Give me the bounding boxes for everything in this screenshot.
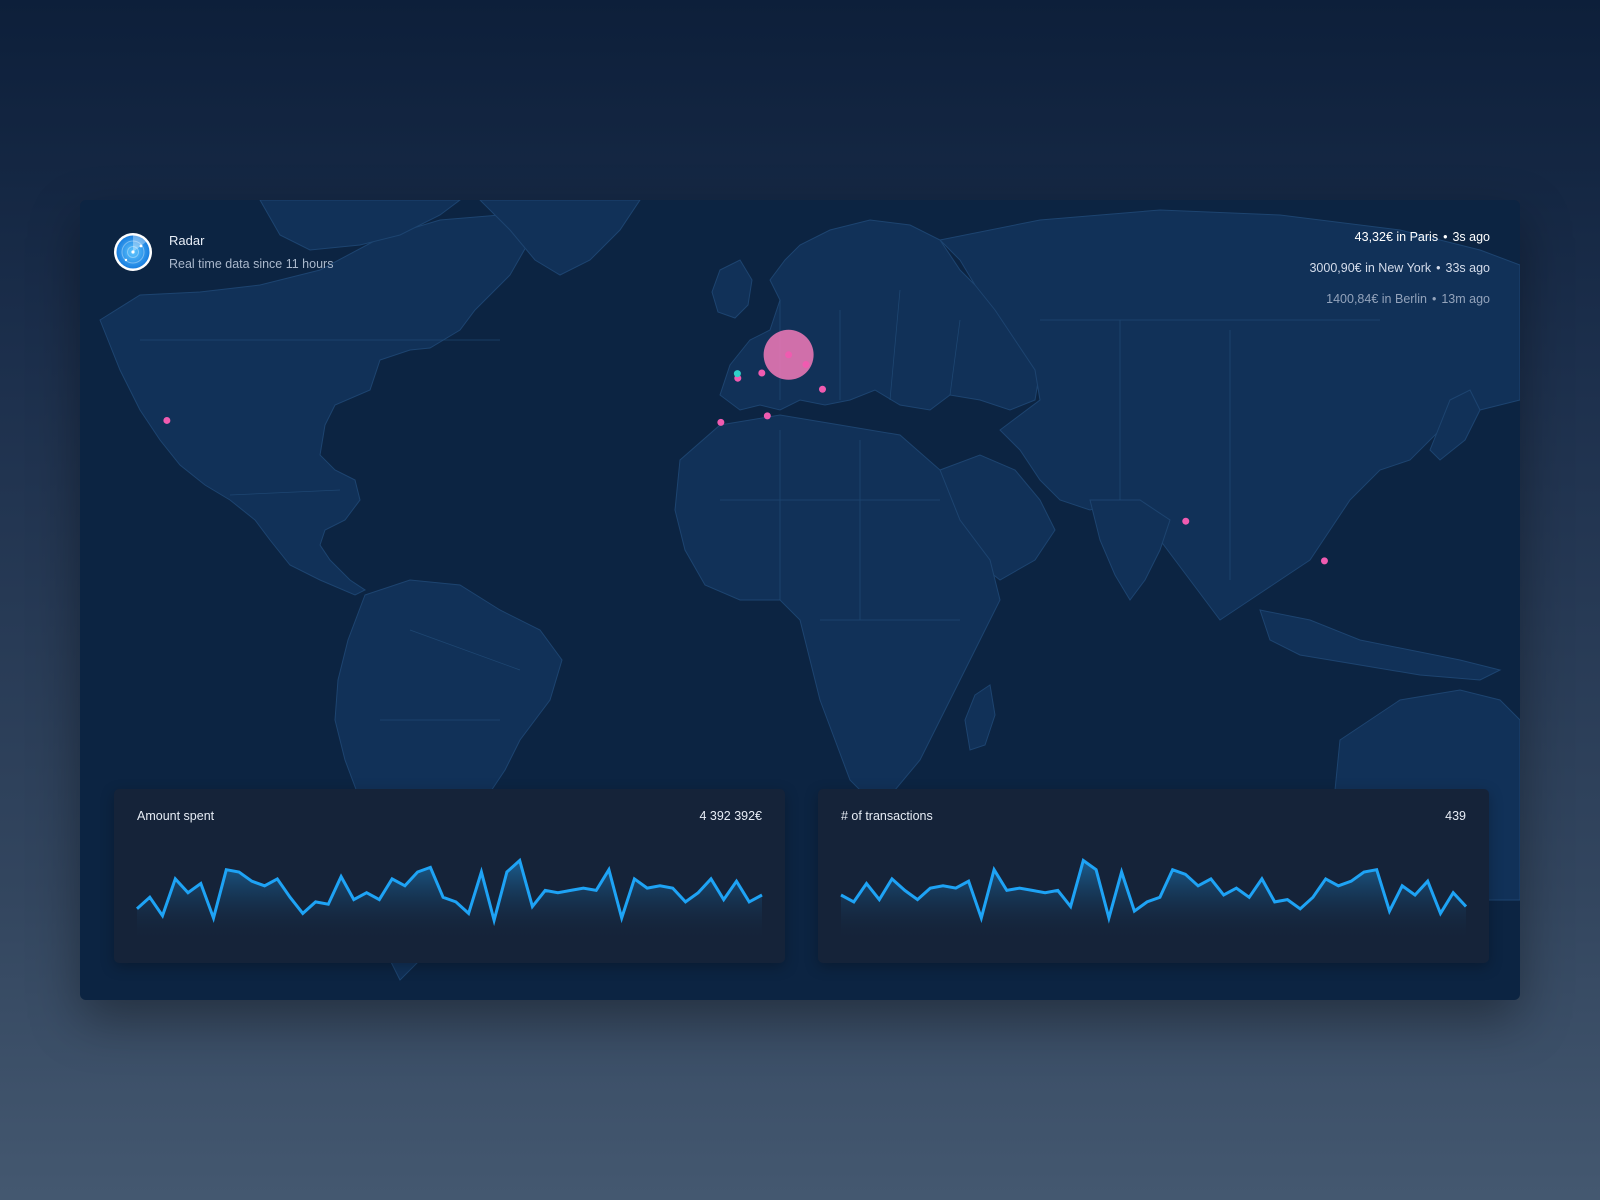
feed-amount: 3000,90€ [1309, 261, 1362, 275]
transaction-dot[interactable] [758, 369, 766, 377]
land-north-america [99, 214, 531, 596]
feed-item[interactable]: 3000,90€ in New York • 33s ago [1309, 260, 1490, 291]
feed-item[interactable]: 1400,84€ in Berlin • 13m ago [1309, 291, 1490, 322]
transaction-dot[interactable] [717, 418, 725, 426]
app-subtitle: Real time data since 11 hours [169, 257, 334, 271]
land-madagascar [964, 684, 996, 751]
feed-time: 13m ago [1441, 292, 1490, 306]
feed-amount: 43,32€ [1354, 230, 1393, 244]
feed-time: 33s ago [1445, 261, 1490, 275]
amount-spent-value: 4 392 392€ [699, 809, 762, 823]
amount-spent-sparkline [135, 857, 763, 941]
feed-separator: • [1443, 230, 1448, 244]
feed-city: in Paris [1396, 230, 1439, 244]
transaction-dot[interactable] [1320, 557, 1328, 565]
radar-window: Radar Real time data since 11 hours 43,3… [80, 200, 1520, 1000]
feed-city: in New York [1365, 261, 1432, 275]
feed-city: in Berlin [1381, 292, 1427, 306]
app-header: Radar Real time data since 11 hours [113, 232, 333, 272]
land-uk [711, 259, 753, 319]
feed-item[interactable]: 43,32€ in Paris • 3s ago [1309, 229, 1490, 260]
transactions-label: # of transactions [841, 809, 933, 823]
feed-time: 3s ago [1452, 230, 1490, 244]
transaction-dot[interactable] [763, 412, 771, 420]
transaction-dot[interactable] [802, 361, 810, 369]
amount-spent-label: Amount spent [137, 809, 215, 823]
transaction-dot-latest[interactable] [733, 370, 741, 378]
feed-amount: 1400,84€ [1326, 292, 1379, 306]
transactions-value: 439 [1445, 809, 1466, 823]
transaction-dot[interactable] [818, 385, 826, 393]
transactions-sparkline [840, 858, 1468, 941]
radar-icon[interactable] [113, 232, 153, 272]
feed-separator: • [1431, 292, 1437, 306]
land-indonesia [1259, 609, 1502, 681]
transaction-dot[interactable] [785, 351, 793, 359]
amount-spent-panel[interactable]: Amount spent 4 392 392€ [114, 789, 785, 963]
app-title: Radar [169, 233, 205, 248]
transaction-dot[interactable] [1182, 517, 1190, 525]
land-india [1089, 499, 1171, 601]
transaction-feed: 43,32€ in Paris • 3s ago 3000,90€ in New Y… [1309, 229, 1490, 322]
transaction-dot[interactable] [163, 416, 171, 424]
transactions-panel[interactable]: # of transactions 439 [818, 789, 1489, 963]
feed-separator: • [1436, 261, 1441, 275]
